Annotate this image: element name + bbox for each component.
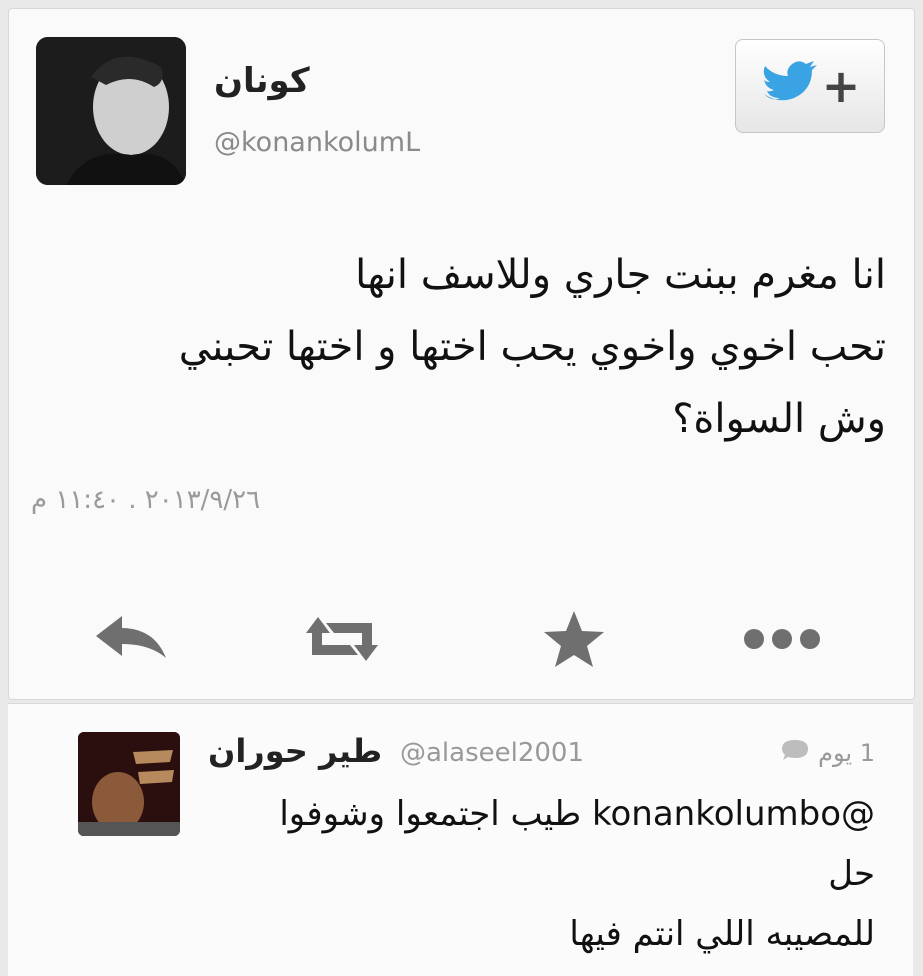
profile-avatar[interactable] <box>36 37 186 185</box>
retweet-icon[interactable] <box>297 609 387 669</box>
reply-time-label: 1 يوم <box>818 739 875 767</box>
tweet-card: كونان @konankolumL + انا مغرم ببنت جاري … <box>8 8 915 700</box>
reply-text-line: @konankolumbo طيب اجتمعوا وشوفوا <box>279 794 875 834</box>
twitter-bird-icon <box>760 60 818 112</box>
reply-time: 1 يوم <box>780 738 875 768</box>
user-display-name[interactable]: كونان <box>214 61 310 101</box>
user-handle[interactable]: @konankolumL <box>214 127 420 158</box>
favorite-star-icon[interactable] <box>529 609 619 669</box>
tweet-text-line: انا مغرم ببنت جاري وللاسف انها <box>355 252 886 298</box>
reply-user-handle[interactable]: @alaseel2001 <box>400 738 584 768</box>
more-dots-icon[interactable] <box>737 609 827 669</box>
reply-text-line: حل <box>828 854 875 894</box>
conversation-bubble-icon <box>780 738 810 768</box>
reply-user-name[interactable]: طير حوران <box>208 732 382 770</box>
tweet-text-line: تحب اخوي واخوي يحب اختها و اختها تحبني <box>178 324 886 370</box>
reply-icon[interactable] <box>87 609 177 669</box>
reply-text: @konankolumbo طيب اجتمعوا وشوفوا حل للمص… <box>155 784 875 964</box>
tweet-text-line: وش السواة؟ <box>672 396 886 442</box>
follow-button[interactable]: + <box>735 39 885 133</box>
follow-plus: + <box>821 59 861 113</box>
reply-text-line: للمصيبه اللي انتم فيها <box>569 914 875 954</box>
tweet-timestamp[interactable]: ٢٠١٣/٩/٢٦ . ١١:٤٠ م <box>31 485 260 515</box>
tweet-text: انا مغرم ببنت جاري وللاسف انها تحب اخوي … <box>66 239 886 455</box>
reply-tweet: طير حوران @alaseel2001 1 يوم @konankolum… <box>8 703 913 976</box>
